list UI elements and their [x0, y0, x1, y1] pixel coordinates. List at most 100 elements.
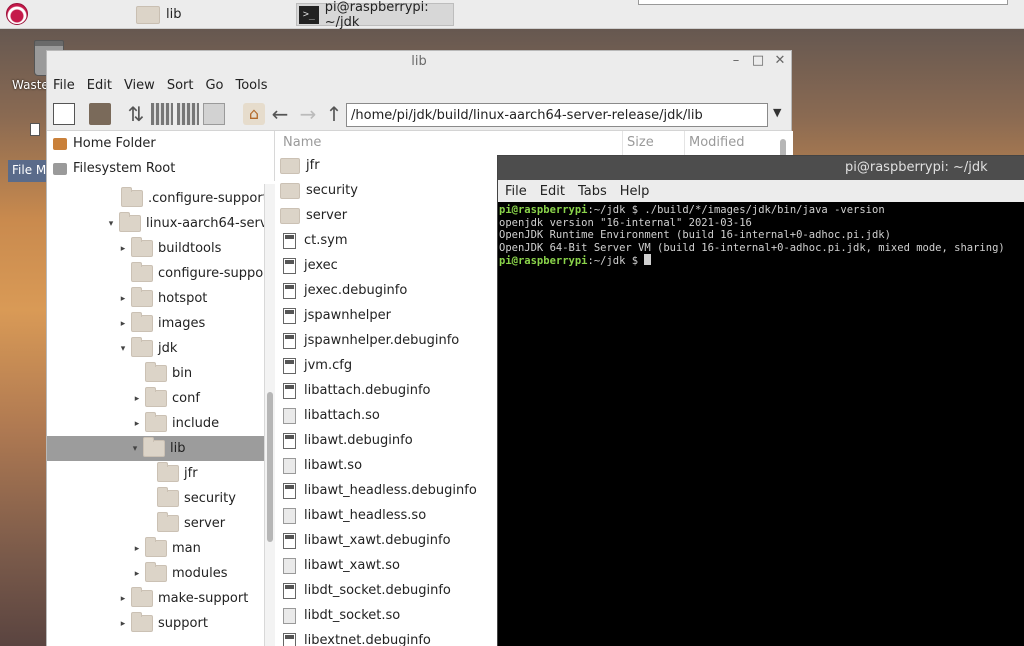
- tree-item[interactable]: jfr: [143, 461, 198, 486]
- expander-icon[interactable]: ▾: [105, 219, 117, 229]
- tree-item-selected[interactable]: ▾ lib: [47, 436, 264, 461]
- terminal-menu-file[interactable]: File: [505, 184, 527, 199]
- file-row[interactable]: libawt_xawt.debuginfo: [277, 528, 451, 553]
- expander-icon[interactable]: ▸: [131, 394, 143, 404]
- tree-scrollbar[interactable]: [265, 184, 275, 646]
- chevron-down-icon[interactable]: ▼: [773, 106, 781, 119]
- menu-view[interactable]: View: [124, 78, 155, 93]
- file-row[interactable]: libawt.so: [277, 453, 362, 478]
- close-icon[interactable]: ✕: [771, 52, 789, 70]
- library-file-icon: [283, 507, 296, 524]
- expander-icon[interactable]: ▾: [117, 344, 129, 354]
- path-input[interactable]: [346, 103, 768, 127]
- tree-item[interactable]: ▸ make-support: [117, 586, 248, 611]
- file-row[interactable]: jspawnhelper.debuginfo: [277, 328, 459, 353]
- terminal-titlebar[interactable]: pi@raspberrypi: ~/jdk: [498, 156, 1024, 180]
- file-row[interactable]: jexec: [277, 253, 338, 278]
- expander-icon[interactable]: ▸: [117, 619, 129, 629]
- new-tab-icon[interactable]: [89, 103, 111, 125]
- column-header-name[interactable]: Name: [283, 131, 623, 155]
- expander-icon[interactable]: ▾: [129, 444, 141, 454]
- terminal-menu-tabs[interactable]: Tabs: [578, 184, 607, 199]
- file-manager-desktop-label[interactable]: File M: [8, 160, 48, 182]
- minimize-icon[interactable]: –: [727, 52, 745, 70]
- terminal-title: pi@raspberrypi: ~/jdk: [845, 160, 988, 175]
- file-row[interactable]: security: [277, 178, 358, 203]
- file-name: jfr: [306, 158, 320, 173]
- terminal-menu-edit[interactable]: Edit: [540, 184, 565, 199]
- file-row[interactable]: libdt_socket.debuginfo: [277, 578, 451, 603]
- terminal-output[interactable]: pi@raspberrypi:~/jdk $ ./build/*/images/…: [498, 202, 1024, 268]
- file-row[interactable]: libawt_xawt.so: [277, 553, 400, 578]
- file-manager-titlebar[interactable]: lib – □ ✕: [47, 51, 791, 73]
- place-home-folder[interactable]: Home Folder: [47, 131, 274, 156]
- file-row[interactable]: libdt_socket.so: [277, 603, 400, 628]
- taskbar-file-manager-button[interactable]: lib: [136, 3, 288, 26]
- file-row[interactable]: libattach.debuginfo: [277, 378, 431, 403]
- menu-tools[interactable]: Tools: [236, 78, 268, 93]
- column-header-size[interactable]: Size: [627, 131, 685, 155]
- file-row[interactable]: jfr: [277, 153, 320, 178]
- file-row[interactable]: jspawnhelper: [277, 303, 391, 328]
- file-row[interactable]: ct.sym: [277, 228, 348, 253]
- up-arrow-icon[interactable]: ↑: [323, 103, 345, 125]
- tree-scrollbar-thumb[interactable]: [267, 392, 273, 542]
- expander-icon[interactable]: ▸: [117, 244, 129, 254]
- maximize-icon[interactable]: □: [749, 52, 767, 70]
- menu-go[interactable]: Go: [205, 78, 223, 93]
- menu-sort[interactable]: Sort: [167, 78, 194, 93]
- tree-item[interactable]: server: [143, 511, 225, 536]
- prompt-user: pi@raspberrypi: [499, 204, 588, 216]
- tree-item[interactable]: ▾ linux-aarch64-server-r: [105, 211, 264, 236]
- terminal-menu-help[interactable]: Help: [620, 184, 650, 199]
- tree-item[interactable]: .configure-support: [107, 186, 264, 211]
- file-row[interactable]: libextnet.debuginfo: [277, 628, 431, 646]
- back-arrow-icon[interactable]: ←: [269, 103, 291, 125]
- file-row[interactable]: libawt.debuginfo: [277, 428, 413, 453]
- column-header-modified[interactable]: Modified: [689, 131, 779, 155]
- taskbar-terminal-button[interactable]: >_ pi@raspberrypi: ~/jdk: [296, 0, 454, 30]
- tree-item[interactable]: ▸ support: [117, 611, 208, 636]
- compact-view-icon[interactable]: [177, 103, 199, 125]
- tree-item[interactable]: ▸ images: [117, 311, 205, 336]
- menu-edit[interactable]: Edit: [87, 78, 112, 93]
- forward-arrow-icon[interactable]: →: [297, 103, 319, 125]
- detailed-list-view-icon[interactable]: [203, 103, 225, 125]
- file-row[interactable]: libattach.so: [277, 403, 380, 428]
- tree-item[interactable]: ▸ buildtools: [117, 236, 221, 261]
- executable-file-icon: [283, 582, 296, 599]
- executable-file-icon: [283, 307, 296, 324]
- sort-icon[interactable]: ⇅: [125, 103, 147, 125]
- tree-item[interactable]: bin: [131, 361, 192, 386]
- expander-icon[interactable]: ▸: [117, 294, 129, 304]
- tree-item-label: security: [184, 491, 236, 506]
- expander-icon[interactable]: ▸: [131, 544, 143, 554]
- file-row[interactable]: libawt_headless.so: [277, 503, 426, 528]
- file-name: jspawnhelper.debuginfo: [304, 333, 460, 348]
- expander-icon[interactable]: ▸: [117, 594, 129, 604]
- expander-icon[interactable]: ▸: [131, 419, 143, 429]
- home-icon[interactable]: ⌂: [243, 103, 265, 125]
- file-row[interactable]: libawt_headless.debuginfo: [277, 478, 477, 503]
- terminal-menubar: File Edit Tabs Help: [498, 180, 1024, 202]
- file-row[interactable]: server: [277, 203, 347, 228]
- expander-icon[interactable]: ▸: [117, 319, 129, 329]
- tree-item[interactable]: security: [143, 486, 236, 511]
- folder-icon: [280, 182, 300, 199]
- raspberry-menu-icon[interactable]: [6, 3, 28, 25]
- icon-view-icon[interactable]: [151, 103, 173, 125]
- tree-item[interactable]: ▸ man: [131, 536, 201, 561]
- document-icon[interactable]: [30, 123, 40, 136]
- tree-item[interactable]: ▸ include: [131, 411, 219, 436]
- tree-item[interactable]: ▸ hotspot: [117, 286, 207, 311]
- tree-item[interactable]: ▾ jdk: [117, 336, 177, 361]
- tree-item[interactable]: ▸ conf: [131, 386, 200, 411]
- place-filesystem-root[interactable]: Filesystem Root: [47, 156, 274, 181]
- tree-item[interactable]: configure-support: [117, 261, 264, 286]
- file-row[interactable]: jvm.cfg: [277, 353, 352, 378]
- file-row[interactable]: jexec.debuginfo: [277, 278, 407, 303]
- tree-item[interactable]: ▸ modules: [131, 561, 228, 586]
- side-pane-toggle-icon[interactable]: [53, 103, 75, 125]
- expander-icon[interactable]: ▸: [131, 569, 143, 579]
- menu-file[interactable]: File: [53, 78, 75, 93]
